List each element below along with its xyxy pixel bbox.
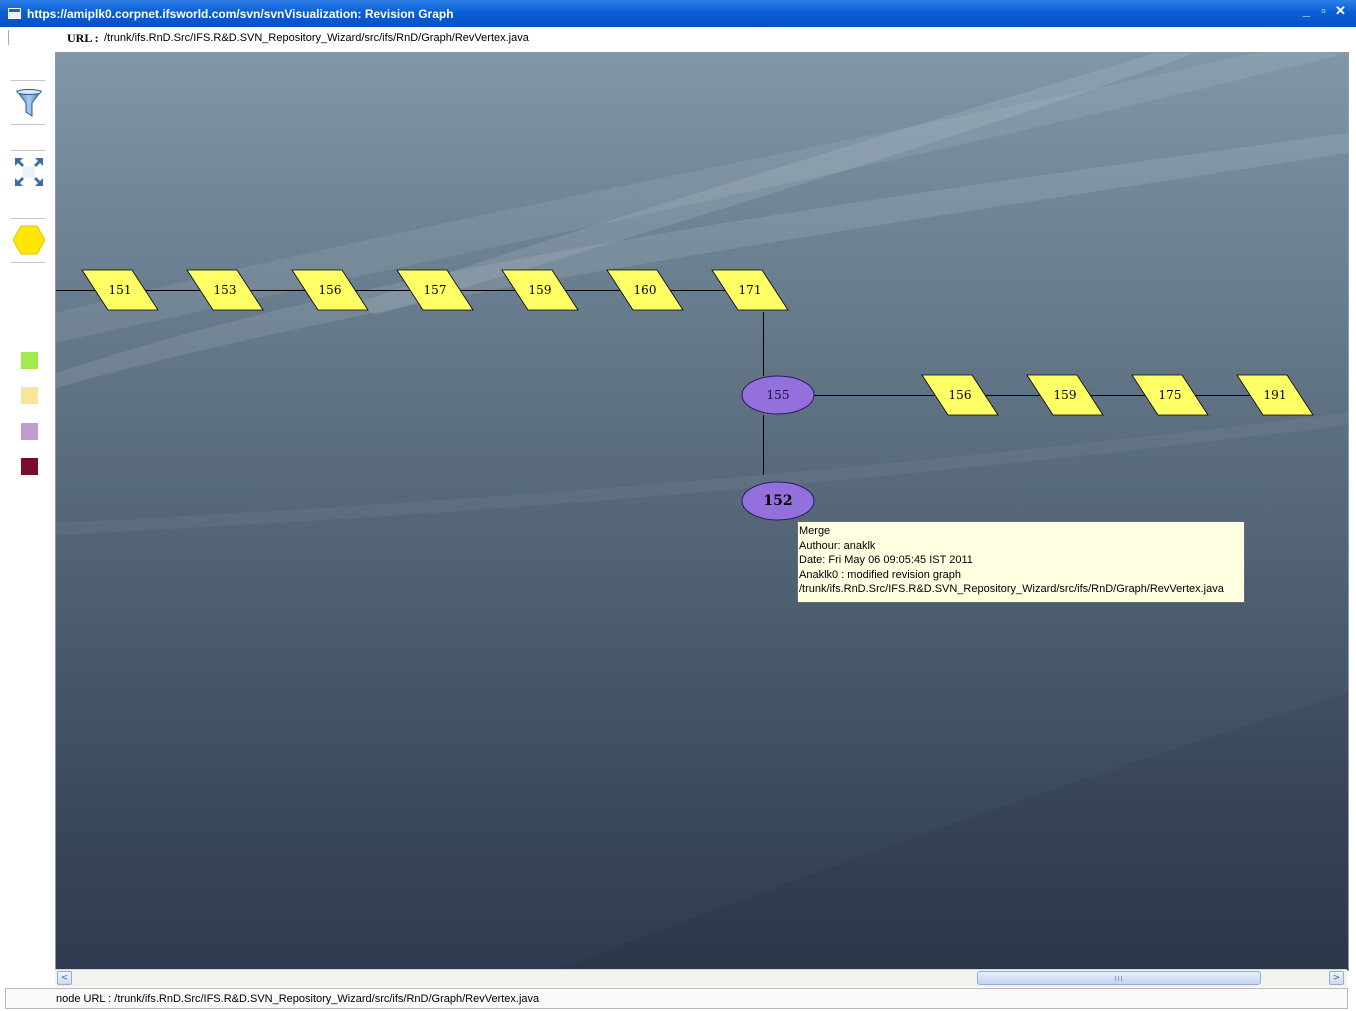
window-controls: _ ▫ ✕	[1301, 3, 1346, 19]
revision-label: 160	[633, 283, 657, 297]
top-revision-171[interactable]: 171	[711, 269, 789, 311]
hexagon-icon[interactable]	[12, 223, 46, 257]
legend-swatch-purple	[21, 423, 38, 440]
edge-171-to-155	[763, 312, 764, 376]
tooltip-message: Anaklk0 : modified revision graph	[799, 568, 962, 581]
selected-node-152[interactable]: 152	[741, 481, 815, 521]
side-revision-175[interactable]: 175	[1131, 374, 1209, 416]
window-icon	[8, 8, 21, 19]
revision-label: 157	[423, 283, 447, 297]
top-revision-157[interactable]: 157	[396, 269, 474, 311]
toolbar-separator	[11, 80, 45, 81]
revision-label: 159	[1053, 388, 1077, 402]
revision-label: 156	[948, 388, 972, 402]
fit-to-screen-icon[interactable]	[12, 155, 46, 189]
toolbar-separator	[11, 150, 45, 151]
node-url-status: node URL : /trunk/ifs.RnD.Src/IFS.R&D.SV…	[56, 993, 540, 1005]
filter-icon[interactable]	[12, 86, 46, 120]
scroll-grip	[1115, 976, 1124, 981]
window-title: https://amiplk0.corpnet.ifsworld.com/svn…	[27, 6, 454, 21]
horizontal-scrollbar[interactable]: < >	[55, 969, 1347, 987]
title-bar: https://amiplk0.corpnet.ifsworld.com/svn…	[0, 0, 1356, 27]
revision-label: 156	[318, 283, 342, 297]
restore-button[interactable]: ▫	[1318, 3, 1329, 19]
url-label: URL :	[67, 31, 99, 45]
revision-graph-window: https://amiplk0.corpnet.ifsworld.com/svn…	[0, 0, 1356, 1011]
top-revision-156[interactable]: 156	[291, 269, 369, 311]
revision-label: 191	[1263, 388, 1287, 402]
toolbar-separator	[11, 262, 45, 263]
tooltip-path: /trunk/ifs.RnD.Src/IFS.R&D.SVN_Repositor…	[799, 583, 1224, 596]
legend-swatch-maroon	[21, 458, 38, 475]
legend-swatch-yellow	[21, 387, 38, 404]
tooltip-date: Date: Fri May 06 09:05:45 IST 2011	[799, 554, 973, 567]
close-button[interactable]: ✕	[1335, 3, 1346, 19]
toolbar-separator	[11, 218, 45, 219]
top-revision-160[interactable]: 160	[606, 269, 684, 311]
revision-label: 171	[738, 283, 762, 297]
top-revision-153[interactable]: 153	[186, 269, 264, 311]
scroll-left-button[interactable]: <	[57, 971, 72, 985]
node-tooltip: Merge Authour: anaklk Date: Fri May 06 0…	[797, 521, 1245, 603]
edge-155-to-152	[763, 415, 764, 475]
top-revision-159[interactable]: 159	[501, 269, 579, 311]
tooltip-type: Merge	[799, 525, 831, 537]
revision-label: 175	[1158, 388, 1182, 402]
left-toolbar	[0, 50, 54, 970]
revision-label: 159	[528, 283, 552, 297]
url-value: /trunk/ifs.RnD.Src/IFS.R&D.SVN_Repositor…	[104, 32, 529, 44]
status-bar: node URL : /trunk/ifs.RnD.Src/IFS.R&D.SV…	[5, 988, 1348, 1009]
side-revision-156[interactable]: 156	[921, 374, 999, 416]
scroll-right-button[interactable]: >	[1329, 971, 1344, 985]
url-bar: URL : /trunk/ifs.RnD.Src/IFS.R&D.SVN_Rep…	[0, 27, 1356, 49]
revision-label: 153	[213, 283, 237, 297]
top-revision-151[interactable]: 151	[81, 269, 159, 311]
scroll-thumb[interactable]	[977, 971, 1261, 985]
revision-label: 151	[108, 283, 132, 297]
selected-node-label: 152	[763, 493, 793, 509]
background-swooshes	[56, 53, 1348, 970]
merge-node-155[interactable]: 155	[741, 375, 815, 415]
side-revision-191[interactable]: 191	[1236, 374, 1314, 416]
minimize-button[interactable]: _	[1301, 3, 1312, 19]
side-revision-159[interactable]: 159	[1026, 374, 1104, 416]
divider	[8, 30, 9, 45]
merge-node-label: 155	[766, 388, 790, 402]
graph-canvas[interactable]: 151 153 156 157 159 160 171 156 159 175 191 155 1…	[55, 52, 1349, 971]
toolbar-separator	[11, 124, 45, 125]
legend-swatch-green	[21, 352, 38, 369]
tooltip-author: Authour: anaklk	[799, 539, 876, 552]
